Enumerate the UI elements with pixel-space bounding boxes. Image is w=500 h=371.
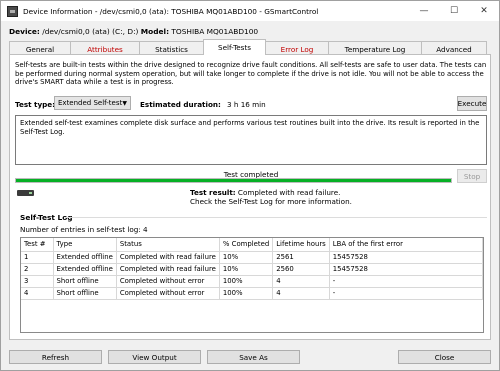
- cell-test-number: 3: [21, 275, 54, 288]
- test-result-label: Test result:: [190, 188, 236, 197]
- test-result-value: Completed with read failure.: [235, 188, 341, 197]
- close-button[interactable]: Close: [398, 350, 491, 364]
- cell-status: Completed with read failure: [116, 251, 220, 264]
- device-model: TOSHIBA MQ01ABD100: [169, 27, 259, 36]
- window-controls: — ☐ ✕: [409, 1, 499, 21]
- test-result-hint: Check the Self-Test Log for more informa…: [190, 197, 352, 206]
- tab-self-tests[interactable]: Self-Tests: [203, 39, 266, 55]
- minimize-button[interactable]: —: [409, 1, 439, 21]
- cell-lba-first-error: -: [329, 287, 483, 300]
- section-divider: [65, 217, 487, 218]
- cell-status: Completed without error: [116, 275, 220, 288]
- self-tests-panel: Self-tests are built-in tests within the…: [9, 54, 491, 340]
- save-as-button[interactable]: Save As: [207, 350, 300, 364]
- cell-status: Completed with read failure: [116, 263, 220, 276]
- estimated-duration-value: 3 h 16 min: [227, 100, 266, 109]
- execute-button[interactable]: Execute: [457, 96, 487, 111]
- self-test-log-table[interactable]: Test # Type Status % Completed Lifetime …: [20, 237, 484, 333]
- column-header-test-number[interactable]: Test #: [21, 238, 54, 252]
- device-summary: Device: /dev/csmi0,0 (ata) (C:, D:) Mode…: [9, 27, 258, 36]
- column-header-lba-first-error[interactable]: LBA of the first error: [329, 238, 483, 252]
- column-header-type[interactable]: Type: [53, 238, 117, 252]
- cell-type: Extended offline: [53, 251, 117, 264]
- model-label: Model:: [140, 27, 170, 36]
- device-info-window: Device Information - /dev/csmi0,0 (ata):…: [0, 0, 500, 371]
- tab-bar: General Attributes Statistics Self-Tests…: [9, 39, 491, 56]
- cell-percent-completed: 10%: [219, 251, 274, 264]
- cell-test-number: 2: [21, 263, 54, 276]
- column-header-percent-completed[interactable]: % Completed: [219, 238, 274, 252]
- column-header-lifetime-hours[interactable]: Lifetime hours: [272, 238, 330, 252]
- close-window-button[interactable]: ✕: [469, 1, 499, 21]
- table-row[interactable]: 3 Short offline Completed without error …: [21, 275, 483, 288]
- table-row[interactable]: 4 Short offline Completed without error …: [21, 287, 483, 300]
- table-header-row: Test # Type Status % Completed Lifetime …: [21, 238, 483, 252]
- cell-percent-completed: 100%: [219, 275, 274, 288]
- test-description: Extended self-test examines complete dis…: [15, 115, 487, 165]
- cell-lifetime-hours: 2560: [272, 263, 330, 276]
- title-bar[interactable]: Device Information - /dev/csmi0,0 (ata):…: [1, 1, 499, 21]
- device-path: /dev/csmi0,0 (ata) (C:, D:): [39, 27, 141, 36]
- cell-lifetime-hours: 2561: [272, 251, 330, 264]
- test-result: Test result: Completed with read failure…: [190, 188, 340, 197]
- chevron-down-icon: ▼: [122, 100, 127, 107]
- cell-type: Short offline: [53, 275, 117, 288]
- cell-lifetime-hours: 4: [272, 287, 330, 300]
- view-output-button[interactable]: View Output: [108, 350, 201, 364]
- cell-lba-first-error: 15457528: [329, 263, 483, 276]
- maximize-button[interactable]: ☐: [439, 1, 469, 21]
- cell-lifetime-hours: 4: [272, 275, 330, 288]
- window-title: Device Information - /dev/csmi0,0 (ata):…: [23, 6, 319, 16]
- cell-type: Short offline: [53, 287, 117, 300]
- dialog-button-bar: Refresh View Output Save As Close: [1, 340, 499, 371]
- self-tests-intro: Self-tests are built-in tests within the…: [15, 61, 487, 87]
- cell-percent-completed: 10%: [219, 263, 274, 276]
- cell-percent-completed: 100%: [219, 287, 274, 300]
- cell-type: Extended offline: [53, 263, 117, 276]
- test-progress-bar: [15, 178, 452, 183]
- cell-lba-first-error: 15457528: [329, 251, 483, 264]
- table-row[interactable]: 1 Extended offline Completed with read f…: [21, 251, 483, 264]
- stop-button[interactable]: Stop: [457, 169, 487, 183]
- cell-test-number: 4: [21, 287, 54, 300]
- cell-status: Completed without error: [116, 287, 220, 300]
- hard-drive-icon: [17, 190, 34, 196]
- test-type-label: Test type:: [15, 100, 56, 109]
- column-header-status[interactable]: Status: [116, 238, 220, 252]
- device-label: Device:: [9, 27, 40, 36]
- estimated-duration-label: Estimated duration:: [140, 100, 221, 109]
- test-type-value: Extended Self-test: [58, 99, 123, 107]
- test-type-select[interactable]: Extended Self-test ▼: [54, 96, 131, 110]
- test-progress-fill: [16, 179, 451, 182]
- cell-lba-first-error: -: [329, 275, 483, 288]
- table-row[interactable]: 2 Extended offline Completed with read f…: [21, 263, 483, 276]
- cell-test-number: 1: [21, 251, 54, 264]
- gsmartcontrol-app-icon: [7, 5, 18, 17]
- log-entry-count: Number of entries in self-test log: 4: [20, 225, 148, 234]
- refresh-button[interactable]: Refresh: [9, 350, 102, 364]
